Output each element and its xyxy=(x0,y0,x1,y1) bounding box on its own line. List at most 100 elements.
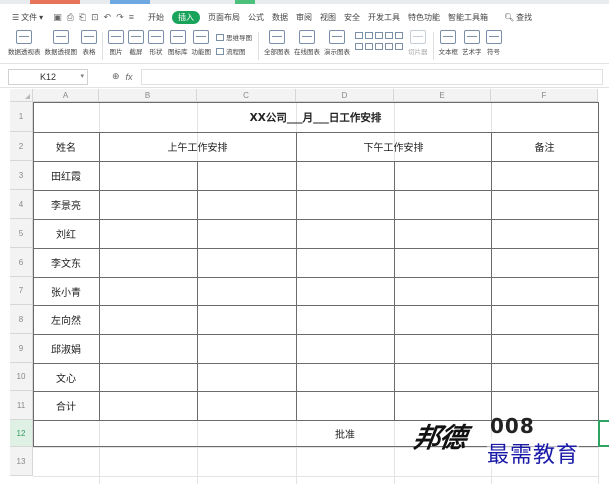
slicer-button[interactable]: 切片器 xyxy=(406,30,430,56)
area-chart-icon[interactable] xyxy=(375,32,383,39)
bar-chart-icon xyxy=(269,30,285,44)
all-charts-button[interactable]: 全部图表 xyxy=(262,30,292,56)
text-box-icon xyxy=(440,30,457,44)
text-box-button[interactable]: 文本框 xyxy=(437,30,461,56)
shapes-button[interactable]: 形状 xyxy=(146,30,166,56)
pivot-table-button[interactable]: 数据透视表 xyxy=(6,30,43,56)
screenshot-icon xyxy=(128,30,144,44)
tab-view[interactable]: 视图 xyxy=(316,12,340,23)
tab-smart-toolbox[interactable]: 智能工具箱 xyxy=(444,12,492,23)
slicer-icon xyxy=(409,30,426,44)
approve-label[interactable]: 批准 xyxy=(296,420,394,447)
name-cell[interactable]: 文心 xyxy=(33,363,99,391)
shapes-icon xyxy=(148,30,164,44)
print-icon[interactable]: ⎗ xyxy=(79,12,86,23)
name-cell[interactable]: 李文东 xyxy=(33,248,99,277)
file-menu[interactable]: ☰ 文件 ▾ xyxy=(8,12,47,23)
screenshot-button[interactable]: 截屏 xyxy=(126,30,146,56)
header-afternoon[interactable]: 下午工作安排 xyxy=(296,132,491,161)
export-icon[interactable]: ⎙ xyxy=(67,12,74,23)
search-icon: 🔍︎ xyxy=(504,12,515,22)
watermark-number: 008 xyxy=(490,414,535,438)
flowchart-icon xyxy=(216,47,224,55)
customize-icon[interactable]: ≡ xyxy=(129,12,134,23)
tab-security[interactable]: 安全 xyxy=(340,12,364,23)
tab-special-features[interactable]: 特色功能 xyxy=(404,12,444,23)
header-morning[interactable]: 上午工作安排 xyxy=(99,132,296,161)
total-cell[interactable]: 合计 xyxy=(33,391,99,420)
tab-home[interactable]: 开始 xyxy=(144,12,168,23)
other-chart-icon[interactable] xyxy=(395,32,403,39)
table-button[interactable]: 表格 xyxy=(79,30,99,56)
window-top-strip xyxy=(0,0,609,4)
tab-insert[interactable]: 插入 xyxy=(172,10,201,24)
demo-chart-icon xyxy=(329,30,345,44)
function-chart-button[interactable]: 功能图 xyxy=(190,30,214,56)
radar-chart-icon[interactable] xyxy=(375,43,383,50)
scatter-chart-icon[interactable] xyxy=(365,43,373,50)
ribbon-insert: 数据透视表 数据透视图 表格 图片 截屏 形状 图标库 功能图 思维导图 流程图 xyxy=(0,28,609,64)
fx-icon[interactable]: fx xyxy=(126,72,133,82)
name-cell[interactable]: 刘红 xyxy=(33,219,99,248)
word-art-button[interactable]: 艺术字 xyxy=(460,30,484,56)
table-icon xyxy=(81,30,97,44)
tab-page-layout[interactable]: 页面布局 xyxy=(204,12,244,23)
formula-tools: ⊕ fx xyxy=(112,71,133,82)
sheet-title[interactable]: XX公司___月___日工作安排 xyxy=(33,102,598,132)
save-icon[interactable]: ▣ xyxy=(53,12,62,23)
header-notes[interactable]: 备注 xyxy=(491,132,598,161)
diagram-group: 思维导图 流程图 xyxy=(213,32,255,56)
bar-chart-small-icon[interactable] xyxy=(355,43,363,50)
picture-button[interactable]: 图片 xyxy=(106,30,126,56)
preview-icon[interactable]: ⊡ xyxy=(91,12,99,23)
mind-map-button[interactable]: 思维导图 xyxy=(216,32,252,42)
menu-bar: ☰ 文件 ▾ ▣ ⎙ ⎗ ⊡ ↶ ↷ ≡ 开始 插入 页面布局 公式 数据 审阅… xyxy=(0,6,609,28)
watermark-tagline: 最需教育 xyxy=(487,437,580,469)
ribbon-separator xyxy=(258,32,259,60)
tab-formulas[interactable]: 公式 xyxy=(244,12,268,23)
hamburger-icon: ☰ xyxy=(12,12,20,22)
zoom-icon[interactable]: ⊕ xyxy=(112,71,120,82)
tab-developer[interactable]: 开发工具 xyxy=(364,12,404,23)
online-charts-button[interactable]: 在线图表 xyxy=(292,30,322,56)
combo-chart-icon[interactable] xyxy=(385,43,393,50)
column-chart-icon[interactable] xyxy=(355,32,363,39)
pivot-chart-icon xyxy=(52,30,69,44)
name-cell[interactable]: 张小青 xyxy=(33,277,99,305)
formula-input[interactable] xyxy=(140,68,603,85)
line-chart-icon[interactable] xyxy=(365,32,373,39)
tab-review[interactable]: 审阅 xyxy=(292,12,316,23)
picture-icon xyxy=(108,30,124,44)
quick-access-toolbar: ▣ ⎙ ⎗ ⊡ ↶ ↷ ≡ xyxy=(53,12,134,23)
icon-library-button[interactable]: 图标库 xyxy=(166,30,190,56)
mind-map-icon xyxy=(216,33,224,41)
pie-chart-icon[interactable] xyxy=(385,32,393,39)
stock-chart-icon[interactable] xyxy=(395,43,403,50)
chart-type-grid xyxy=(352,32,406,50)
omega-icon xyxy=(485,30,502,44)
icon-library-icon xyxy=(169,30,186,44)
chevron-down-icon: ▾ xyxy=(39,12,44,22)
name-cell[interactable]: 左向然 xyxy=(33,305,99,334)
name-cell[interactable]: 李景亮 xyxy=(33,190,99,219)
tab-data[interactable]: 数据 xyxy=(268,12,292,23)
function-chart-icon xyxy=(193,30,210,44)
online-chart-icon xyxy=(299,30,315,44)
flowchart-button[interactable]: 流程图 xyxy=(216,46,252,56)
formula-bar: K12 ▾ ⊕ fx xyxy=(0,66,609,88)
header-name[interactable]: 姓名 xyxy=(33,132,99,161)
search-button[interactable]: 🔍︎ 查找 xyxy=(500,12,536,23)
ribbon-separator xyxy=(102,32,103,60)
ribbon-separator xyxy=(432,32,434,60)
name-cell[interactable]: 田红霞 xyxy=(33,161,99,190)
pivot-table-icon xyxy=(16,30,33,44)
undo-icon[interactable]: ↶ xyxy=(104,12,112,23)
chevron-down-icon: ▾ xyxy=(80,72,84,80)
redo-icon[interactable]: ↷ xyxy=(116,12,124,23)
demo-charts-button[interactable]: 演示图表 xyxy=(322,30,352,56)
symbol-button[interactable]: 符号 xyxy=(484,30,504,56)
pivot-chart-button[interactable]: 数据透视图 xyxy=(43,30,80,56)
name-box[interactable]: K12 ▾ xyxy=(8,68,88,85)
word-art-icon xyxy=(463,30,480,44)
name-cell[interactable]: 邱淑娟 xyxy=(33,334,99,363)
